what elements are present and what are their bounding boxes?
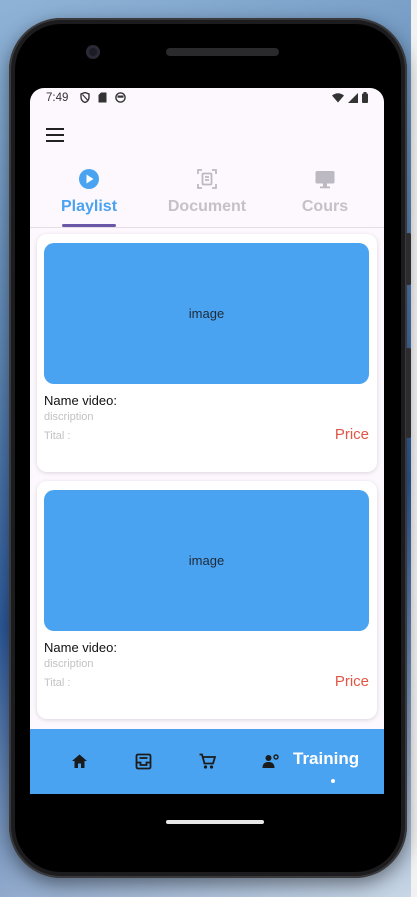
video-description: discription [44,658,94,670]
app-screen: 7:49 Playlist Document Cours image Name … [30,88,384,794]
home-icon [71,754,87,768]
playlist-list[interactable]: image Name video: discription Tital : Pr… [30,230,384,730]
video-thumbnail[interactable]: image [44,243,369,384]
active-tab-indicator [62,224,116,227]
status-time: 7:49 [46,92,69,104]
gesture-home-bar[interactable] [166,820,264,824]
nav-cart[interactable] [189,729,225,794]
video-name: Name video: [44,393,117,408]
status-bar: 7:49 [30,88,384,110]
thumbnail-placeholder-text: image [188,553,225,568]
status-notification-icons [80,92,126,103]
nav-profile[interactable] [252,729,288,794]
nav-inbox[interactable] [125,729,161,794]
nav-training-label[interactable]: Training [293,749,359,769]
document-scan-icon [197,169,217,189]
thumbnail-placeholder-text: image [188,306,225,321]
power-button [406,348,411,438]
volume-button [406,233,411,285]
face-icon [115,92,126,103]
video-description: discription [44,411,94,423]
tab-document[interactable]: Document [148,164,266,227]
video-price: Price [334,673,369,690]
play-circle-icon [79,169,99,189]
tab-cours[interactable]: Cours [266,164,384,227]
status-system-icons [332,92,368,103]
active-nav-dot [331,779,335,783]
tab-playlist-label: Playlist [60,198,118,215]
video-card[interactable]: image Name video: discription Tital : Pr… [37,234,377,472]
bottom-navigation-bar: Training [30,729,384,794]
tab-playlist[interactable]: Playlist [30,164,148,227]
video-name: Name video: [44,640,117,655]
signal-icon [348,92,358,103]
tab-bar: Playlist Document Cours [30,164,384,228]
wifi-icon [332,92,344,102]
cart-icon [199,753,216,769]
inbox-icon [135,753,151,770]
tab-cours-label: Cours [301,198,349,215]
earpiece-speaker [166,48,279,56]
hamburger-menu-icon[interactable] [46,128,64,142]
video-thumbnail[interactable]: image [44,490,369,631]
person-settings-icon [262,754,279,768]
tab-document-label: Document [167,198,247,215]
desktop-edge [411,0,417,897]
sd-card-icon [98,92,107,103]
video-title: Tital : [44,677,71,689]
nav-home[interactable] [61,729,97,794]
video-card[interactable]: image Name video: discription Tital : Pr… [37,481,377,719]
video-title: Tital : [44,430,71,442]
battery-icon [362,92,368,103]
front-camera [86,45,100,59]
shield-icon [80,92,90,103]
monitor-icon [315,171,335,189]
video-price: Price [334,426,369,443]
